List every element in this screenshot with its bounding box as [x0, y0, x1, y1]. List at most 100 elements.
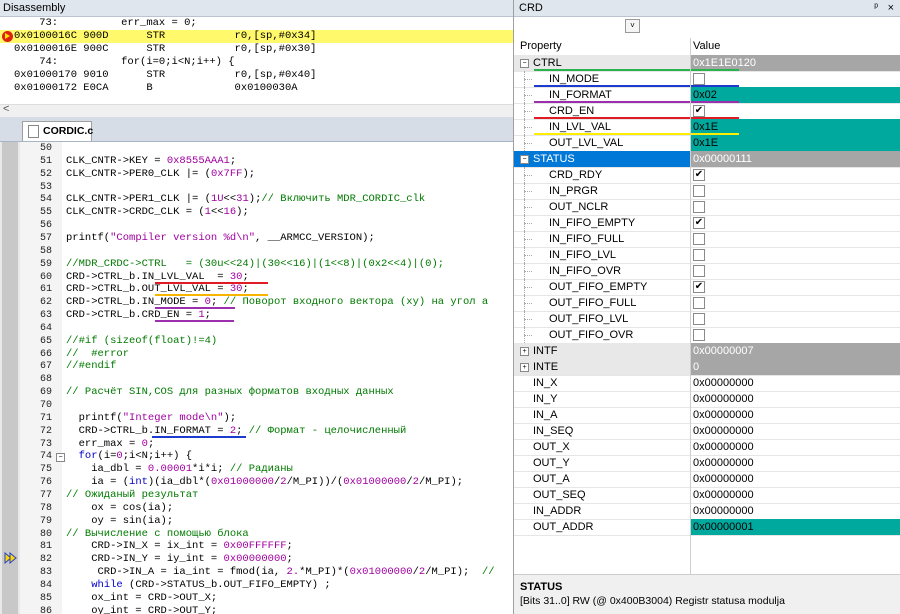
gutter-marker[interactable]	[2, 411, 18, 425]
code-line[interactable]: // Расчёт SIN,COS для разных форматов вх…	[66, 386, 394, 399]
code-line[interactable]: for(i=0;i<N;i++) {	[66, 450, 192, 463]
property-row-out-fifo-empty[interactable]: OUT_FIFO_EMPTY ✔	[514, 279, 900, 296]
property-value[interactable]	[691, 199, 900, 215]
property-value[interactable]	[691, 183, 900, 199]
property-value[interactable]: 0x00000000	[691, 487, 900, 503]
code-line[interactable]: ia_dbl = 0.00001*i*i; // Радианы	[66, 463, 293, 476]
property-value[interactable]: 0x00000001	[691, 519, 900, 535]
property-row-intf[interactable]: + INTF 0x00000007	[514, 343, 900, 360]
code-line[interactable]: while (CRD->STATUS_b.OUT_FIFO_EMPTY) ;	[66, 579, 330, 592]
property-value[interactable]	[691, 215, 900, 231]
code-line[interactable]: CLK_CNTR->CRDC_CLK = (1<<16);	[66, 206, 249, 219]
disassembly-hscrollbar[interactable]: <	[0, 103, 513, 117]
property-row-status[interactable]: − STATUS 0x00000111	[514, 151, 900, 168]
gutter-marker[interactable]	[2, 180, 18, 194]
property-value[interactable]: 0x00000111	[691, 151, 900, 167]
code-line[interactable]: //MDR_CRDC->CTRL = (30u<<24)|(30<<16)|(1…	[66, 258, 444, 271]
property-row-out-y[interactable]: OUT_Y 0x00000000	[514, 455, 900, 472]
code-line[interactable]: ox_int = CRD->OUT_X;	[66, 592, 217, 605]
property-row-in-y[interactable]: IN_Y 0x00000000	[514, 391, 900, 408]
property-value[interactable]: 0x00000000	[691, 471, 900, 487]
code-line[interactable]: // Ожиданый результат	[66, 489, 198, 502]
code-line[interactable]: ia = (int)(ia_dbl*(0x01000000/2/M_PI))/(…	[66, 476, 463, 489]
disassembly-line[interactable]: 0x0100016E 900C STR r0,[sp,#0x30]	[0, 43, 513, 56]
property-value[interactable]: 0x00000000	[691, 503, 900, 519]
property-row-in-a[interactable]: IN_A 0x00000000	[514, 407, 900, 424]
gutter-marker[interactable]	[2, 450, 18, 464]
property-value[interactable]: 0x00000000	[691, 439, 900, 455]
gutter-marker[interactable]	[2, 347, 18, 361]
property-row-inte[interactable]: + INTE 0	[514, 359, 900, 376]
property-row-in-seq[interactable]: IN_SEQ 0x00000000	[514, 423, 900, 440]
property-value[interactable]: 0	[691, 359, 900, 375]
property-row-in-x[interactable]: IN_X 0x00000000	[514, 375, 900, 392]
property-value[interactable]: 0x1E	[691, 135, 900, 151]
gutter-marker[interactable]	[2, 270, 18, 284]
gutter-marker[interactable]	[2, 257, 18, 271]
disassembly-line[interactable]: 0x0100016C 900D STR r0,[sp,#0x34]	[0, 30, 513, 43]
close-icon[interactable]: ×	[888, 0, 894, 16]
gutter-marker[interactable]	[2, 334, 18, 348]
code-line[interactable]: oy = sin(ia);	[66, 515, 173, 528]
gutter-marker[interactable]	[2, 231, 18, 245]
code-line[interactable]: err_max = 0;	[66, 438, 155, 451]
property-row-out-fifo-ovr[interactable]: OUT_FIFO_OVR	[514, 327, 900, 344]
disassembly-line[interactable]: 74: for(i=0;i<N;i++) {	[0, 56, 513, 69]
gutter-marker[interactable]	[2, 399, 18, 412]
property-row-in-fifo-full[interactable]: IN_FIFO_FULL	[514, 231, 900, 248]
property-row-out-x[interactable]: OUT_X 0x00000000	[514, 439, 900, 456]
gutter-marker[interactable]	[2, 424, 18, 438]
gutter-marker[interactable]	[2, 566, 18, 580]
property-value[interactable]	[691, 279, 900, 295]
collapse-icon[interactable]: −	[520, 59, 529, 68]
view-dropdown-button[interactable]: ˅	[625, 19, 640, 33]
gutter-marker[interactable]	[2, 501, 18, 515]
property-value[interactable]	[691, 311, 900, 327]
code-line[interactable]: // Вычисление с помощью блока	[66, 528, 249, 541]
property-row-in-fifo-lvl[interactable]: IN_FIFO_LVL	[514, 247, 900, 264]
code-line[interactable]: CLK_CNTR->KEY = 0x8555AAA1;	[66, 155, 236, 168]
property-value[interactable]: 0x00000000	[691, 423, 900, 439]
gutter-marker[interactable]	[2, 142, 18, 155]
property-value[interactable]: 0x00000000	[691, 407, 900, 423]
property-value[interactable]	[691, 263, 900, 279]
property-value[interactable]	[691, 295, 900, 311]
gutter-marker[interactable]	[2, 578, 18, 592]
gutter-marker[interactable]	[2, 514, 18, 528]
gutter-marker[interactable]	[2, 219, 18, 233]
property-row-out-fifo-full[interactable]: OUT_FIFO_FULL	[514, 295, 900, 312]
gutter-marker[interactable]	[2, 206, 18, 220]
disassembly-line[interactable]: 0x01000170 9010 STR r0,[sp,#0x40]	[0, 69, 513, 82]
property-value[interactable]	[691, 327, 900, 343]
code-line[interactable]: CRD->IN_A = ia_int = fmod(ia, 2.*M_PI)*(…	[66, 566, 495, 579]
gutter-marker[interactable]	[2, 604, 18, 614]
gutter-marker[interactable]	[2, 309, 18, 323]
gutter-marker[interactable]	[2, 437, 18, 451]
property-value[interactable]: 0x00000007	[691, 343, 900, 359]
code-line[interactable]: CRD->IN_Y = iy_int = 0x00000000;	[66, 553, 293, 566]
code-line[interactable]: CRD->IN_X = ix_int = 0x00FFFFFF;	[66, 540, 293, 553]
property-value[interactable]	[691, 167, 900, 183]
gutter-marker[interactable]	[2, 463, 18, 477]
gutter-marker[interactable]	[2, 476, 18, 490]
property-row-out-addr[interactable]: OUT_ADDR 0x00000001	[514, 519, 900, 536]
code-line[interactable]: oy_int = CRD->OUT_Y;	[66, 605, 217, 614]
gutter-marker[interactable]	[2, 283, 18, 297]
gutter-marker[interactable]	[2, 527, 18, 541]
property-value[interactable]: 0x00000000	[691, 455, 900, 471]
code-line[interactable]: ox = cos(ia);	[66, 502, 173, 515]
property-row-out-fifo-lvl[interactable]: OUT_FIFO_LVL	[514, 311, 900, 328]
property-row-in-fifo-empty[interactable]: IN_FIFO_EMPTY ✔	[514, 215, 900, 232]
expand-icon[interactable]: +	[520, 363, 529, 372]
property-value[interactable]	[691, 247, 900, 263]
code-line[interactable]: CRD->CTRL_b.IN_MODE = 0; // Поворот вход…	[66, 296, 488, 309]
code-line[interactable]: CLK_CNTR->PER1_CLK |= (1U<<31);// Включи…	[66, 193, 425, 206]
property-row-crd-rdy[interactable]: CRD_RDY ✔	[514, 167, 900, 184]
expand-icon[interactable]: +	[520, 347, 529, 356]
gutter-marker[interactable]	[2, 167, 18, 181]
code-line[interactable]: printf("Integer mode\n");	[66, 412, 237, 425]
property-value[interactable]: 0x00000000	[691, 375, 900, 391]
code-line[interactable]: CLK_CNTR->PER0_CLK |= (0x7FF);	[66, 168, 255, 181]
code-line[interactable]: //#endif	[66, 360, 116, 373]
property-row-out-seq[interactable]: OUT_SEQ 0x00000000	[514, 487, 900, 504]
